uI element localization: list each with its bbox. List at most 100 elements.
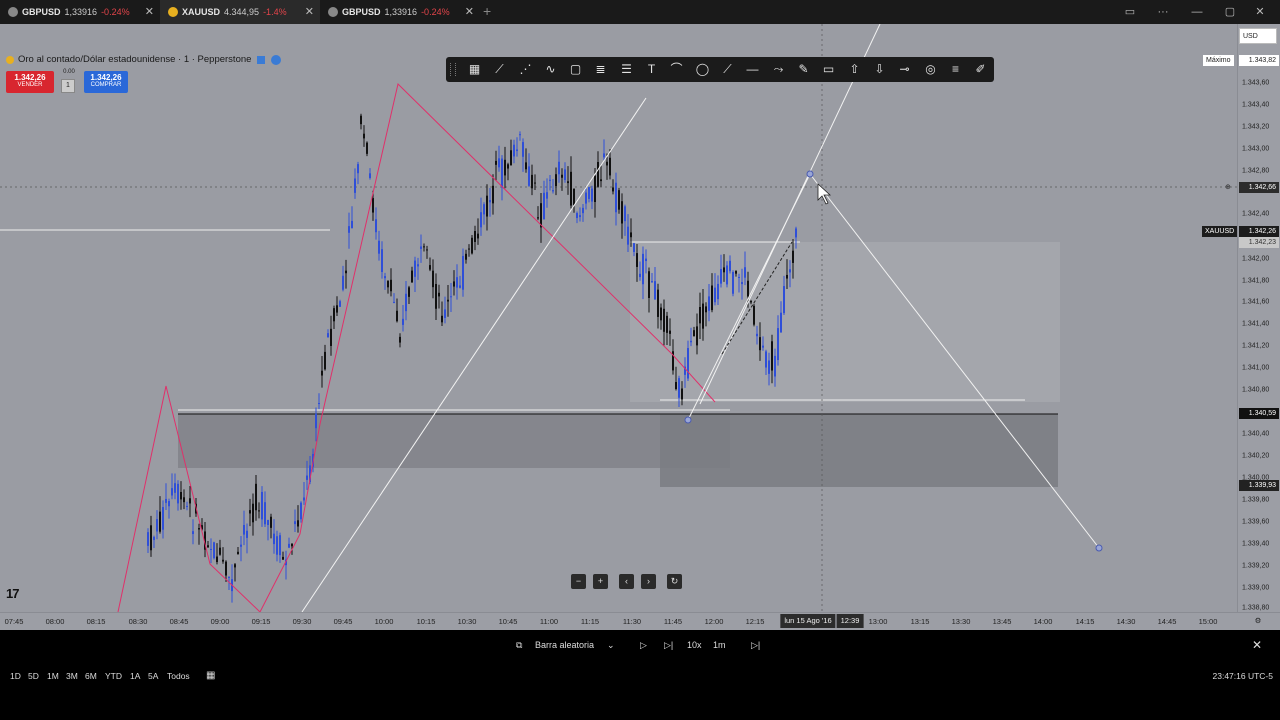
zigzag-tool-icon[interactable]: ∿	[542, 61, 559, 78]
candle-body	[459, 285, 461, 288]
candle-body	[495, 160, 497, 165]
candle-body	[633, 243, 635, 252]
range-5a[interactable]: 5A	[148, 671, 158, 681]
speed-select[interactable]: 10x	[687, 640, 702, 650]
candle-body	[516, 149, 518, 152]
price-tick: 1.339,00	[1242, 584, 1270, 592]
candle-body	[189, 498, 191, 504]
target-tool-icon[interactable]: ◎	[922, 61, 939, 78]
candle-body	[699, 306, 701, 324]
range-todos[interactable]: Todos	[167, 671, 190, 681]
candle-body	[492, 185, 494, 204]
new-tab-icon[interactable]: +	[483, 3, 491, 19]
crosshair-plus-icon[interactable]: ⊕	[1222, 182, 1234, 193]
range-3m[interactable]: 3M	[66, 671, 78, 681]
candle-body	[318, 403, 320, 405]
time-tick: 14:45	[1157, 617, 1177, 626]
reset-view-button[interactable]: ↻	[667, 574, 682, 589]
minimize-icon[interactable]: —	[1182, 0, 1212, 24]
candle-body	[243, 524, 245, 535]
range-6m[interactable]: 6M	[85, 671, 97, 681]
position-tool-icon[interactable]: ☰	[618, 61, 635, 78]
buy-button[interactable]: 1.342,26 COMPRAR	[84, 71, 128, 93]
chevron-down-icon[interactable]: ⌄	[607, 640, 615, 651]
trendline-tool-icon[interactable]: ⟋	[491, 61, 508, 78]
symbol-title[interactable]: Oro al contado/Dólar estadounidense · 1 …	[18, 54, 251, 65]
currency-select[interactable]: USD	[1239, 28, 1277, 44]
candle-body	[582, 207, 584, 214]
ellipse-tool-icon[interactable]: ◯	[694, 61, 711, 78]
candle-body	[528, 166, 530, 186]
time-tick: 09:30	[292, 617, 312, 626]
close-window-icon[interactable]: ✕	[1245, 0, 1275, 24]
arrow-down-icon[interactable]: ⇩	[871, 61, 888, 78]
brush-tool-icon[interactable]: ✎	[795, 61, 812, 78]
close-tab-icon[interactable]: ✕	[305, 5, 314, 18]
candle-body	[627, 226, 629, 245]
price-chart[interactable]: Oro al contado/Dólar estadounidense · 1 …	[0, 24, 1237, 612]
ray-tool-icon[interactable]: ⟋	[719, 61, 736, 78]
hline-tool-icon[interactable]: ⊸	[896, 61, 913, 78]
menu-icon[interactable]: ≡	[947, 61, 964, 78]
flag-icon[interactable]	[257, 55, 266, 64]
visibility-icon[interactable]	[271, 54, 282, 65]
fib-tool-icon[interactable]: ≣	[592, 61, 609, 78]
curve-tool-icon[interactable]: ⌒	[668, 61, 685, 78]
tab-gbpusd-1[interactable]: GBPUSD 1,33916 -0.24% ✕	[0, 0, 160, 24]
calendar-icon[interactable]: ▦	[206, 670, 215, 681]
step-forward-button[interactable]: ▷|	[664, 640, 673, 651]
grid-icon[interactable]: ▦	[466, 61, 483, 78]
play-button[interactable]: ▷	[640, 640, 647, 651]
close-replay-icon[interactable]: ✕	[1252, 638, 1262, 652]
chart-canvas[interactable]	[0, 24, 1237, 612]
zoom-out-button[interactable]: −	[571, 574, 586, 589]
zoom-in-button[interactable]: +	[593, 574, 608, 589]
price-tick: 1.343,00	[1242, 145, 1270, 153]
pattern-tool-icon[interactable]: ⋰	[517, 61, 534, 78]
close-tab-icon[interactable]: ✕	[145, 5, 154, 18]
arrow-up-icon[interactable]: ⇧	[846, 61, 863, 78]
scroll-left-button[interactable]: ‹	[619, 574, 634, 589]
candle-body	[675, 382, 677, 390]
tab-gbpusd-2[interactable]: GBPUSD 1,33916 -0.24% ✕	[320, 0, 480, 24]
time-tick: 08:30	[128, 617, 148, 626]
text-tool-icon[interactable]: T	[643, 61, 660, 78]
price-axis[interactable]: 1.343,60 1.343,40 1.343,20 1.343,00 1.342,80…	[1237, 24, 1280, 612]
range-1a[interactable]: 1A	[130, 671, 140, 681]
time-axis[interactable]: 07:45 08:00 08:15 08:30 08:45 09:00 09:15 09:30…	[0, 612, 1280, 630]
replay-mode-select[interactable]: Barra aleatoria	[535, 640, 594, 650]
scroll-right-button[interactable]: ›	[641, 574, 656, 589]
pencil-icon[interactable]: ✐	[972, 61, 989, 78]
candle-body	[537, 217, 539, 219]
interval-select[interactable]: 1m	[713, 640, 726, 650]
close-tab-icon[interactable]: ✕	[465, 5, 474, 18]
symbol-header: Oro al contado/Dólar estadounidense · 1 …	[6, 54, 282, 65]
drag-handle[interactable]	[450, 63, 456, 76]
horizontal-line-icon[interactable]: —	[744, 61, 761, 78]
candle-body	[795, 228, 797, 238]
path-tool-icon[interactable]: ⤳	[770, 61, 787, 78]
jump-to-realtime-button[interactable]: ▷|	[751, 640, 760, 651]
anchor-point	[806, 170, 814, 178]
order-block-zone	[660, 414, 1058, 487]
candle-body	[510, 150, 512, 166]
quantity-field[interactable]: 1	[61, 79, 75, 93]
axis-settings-icon[interactable]: ⚙	[1255, 616, 1262, 625]
range-1d[interactable]: 1D	[10, 671, 21, 681]
layout-icon[interactable]: ▭	[1115, 0, 1145, 24]
clock[interactable]: 23:47:16 UTC-5	[1213, 671, 1273, 681]
range-ytd[interactable]: YTD	[105, 671, 122, 681]
candle-body	[756, 333, 758, 337]
level-price-1: 1.340,59	[1239, 408, 1279, 419]
more-icon[interactable]: ···	[1148, 0, 1178, 24]
maximize-icon[interactable]: ▢	[1215, 0, 1245, 24]
candle-body	[297, 520, 299, 527]
tab-xauusd[interactable]: XAUUSD 4.344,95 -1.4% ✕	[160, 0, 320, 24]
candle-body	[168, 501, 170, 507]
random-bar-icon[interactable]: ⧉	[516, 640, 522, 651]
range-5d[interactable]: 5D	[28, 671, 39, 681]
sell-button[interactable]: 1.342,26 VENDER	[6, 71, 54, 93]
rectangle-tool-icon[interactable]: ▢	[567, 61, 584, 78]
range-1m[interactable]: 1M	[47, 671, 59, 681]
callout-tool-icon[interactable]: ▭	[820, 61, 837, 78]
